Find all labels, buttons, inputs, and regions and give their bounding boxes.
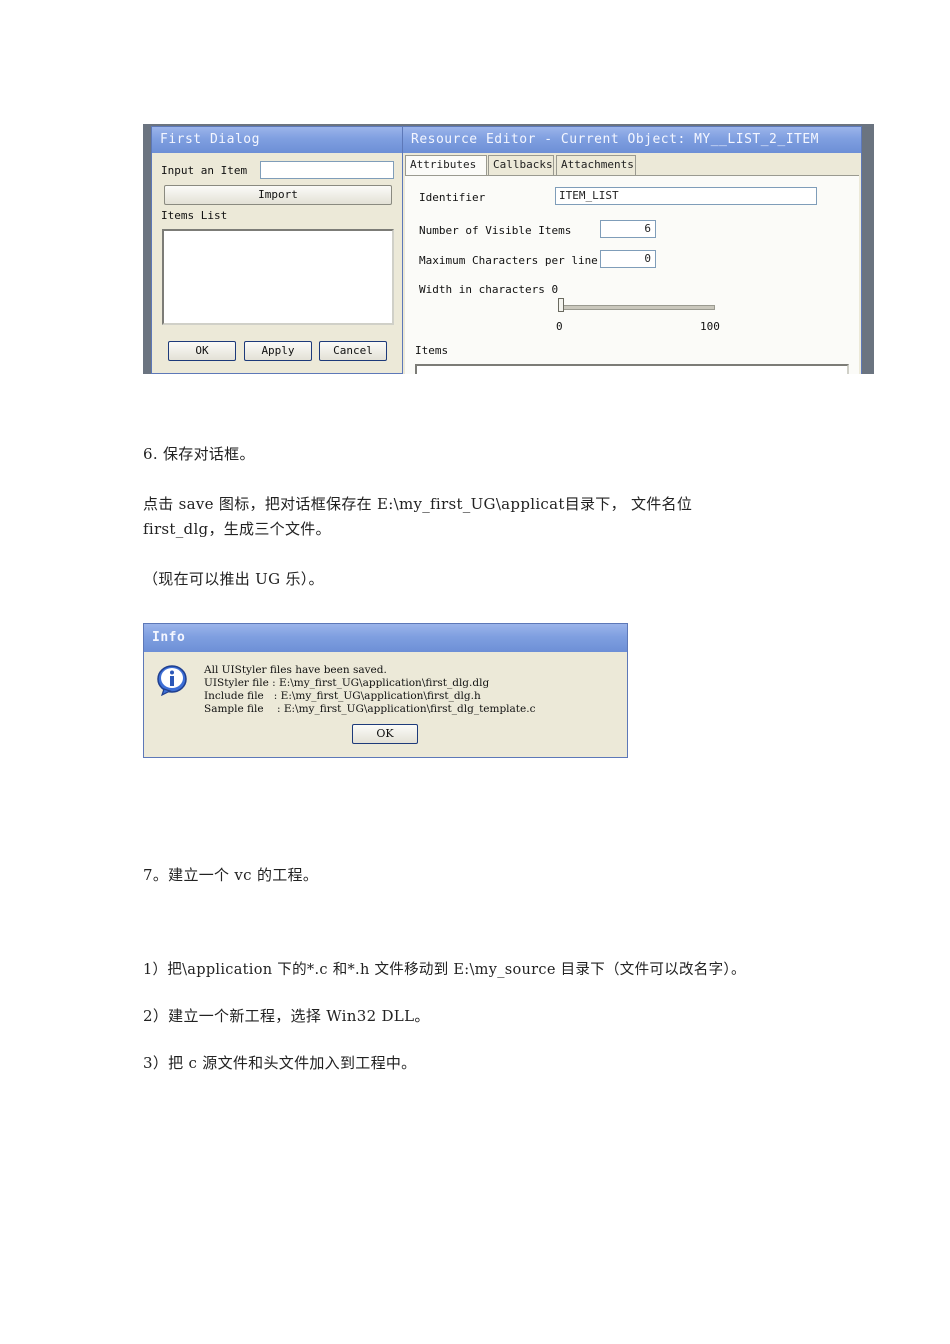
info-icon [156, 664, 188, 697]
slider-max-label: 100 [700, 320, 720, 333]
step7-item-3: 3）把 c 源文件和头文件加入到工程中。 [143, 1054, 417, 1072]
items-list-box[interactable] [162, 229, 394, 325]
step6-heading: 6. 保存对话框。 [143, 445, 255, 463]
paragraph-note: （现在可以推出 UG 乐）。 [143, 570, 324, 588]
width-label: Width in characters 0 [419, 283, 559, 296]
slider-min-label: 0 [556, 320, 563, 333]
identifier-field[interactable]: ITEM_LIST [555, 187, 817, 205]
first-dialog-window: First Dialog Input an Item Import Items … [151, 126, 403, 374]
tab-callbacks[interactable]: Callbacks [488, 155, 554, 175]
info-line-saved: All UIStyler files have been saved. [204, 664, 387, 676]
tab-attributes[interactable]: Attributes [405, 155, 487, 175]
info-line-sample: Sample file : E:\my_first_UG\application… [204, 703, 536, 715]
max-chars-field[interactable]: 0 [600, 250, 656, 268]
first-dialog-title: First Dialog [152, 127, 402, 153]
visible-items-field[interactable]: 6 [600, 220, 656, 238]
items-label: Items [415, 344, 449, 357]
cancel-button[interactable]: Cancel [319, 341, 387, 361]
input-item-field[interactable] [260, 161, 394, 179]
items-list-label: Items List [161, 209, 228, 222]
input-item-label: Input an Item [161, 164, 248, 177]
visible-items-label: Number of Visible Items [419, 224, 572, 237]
resource-editor-window: Resource Editor - Current Object: MY__LI… [402, 126, 862, 374]
first-dialog-body: Input an Item Import Items List OK Apply… [154, 153, 400, 373]
paragraph-save-line2: first_dlg，生成三个文件。 [143, 520, 331, 538]
apply-button[interactable]: Apply [244, 341, 312, 361]
tab-attachments[interactable]: Attachments [556, 155, 636, 175]
resource-editor-title: Resource Editor - Current Object: MY__LI… [403, 127, 861, 153]
info-dialog-title: Info [144, 624, 627, 652]
ok-button[interactable]: OK [168, 341, 236, 361]
screenshot-uistyler: First Dialog Input an Item Import Items … [143, 124, 874, 374]
info-line-uistyler: UIStyler file : E:\my_first_UG\applicati… [204, 677, 490, 689]
info-dialog: Info All UIStyler files have been saved.… [143, 623, 628, 758]
resource-editor-body: Attributes Callbacks Attachments Identif… [405, 153, 859, 374]
width-slider-thumb[interactable] [558, 298, 564, 312]
width-slider-track[interactable] [558, 305, 715, 310]
step7-item-1: 1）把\application 下的*.c 和*.h 文件移动到 E:\my_s… [143, 962, 746, 978]
step7-item-2: 2）建立一个新工程，选择 Win32 DLL。 [143, 1007, 430, 1025]
paragraph-save-line1: 点击 save 图标，把对话框保存在 E:\my_first_UG\applic… [143, 495, 693, 513]
info-line-include: Include file : E:\my_first_UG\applicatio… [204, 690, 481, 702]
identifier-label: Identifier [419, 191, 486, 204]
max-chars-label: Maximum Characters per line [419, 254, 598, 267]
import-button[interactable]: Import [164, 185, 392, 205]
items-text-area[interactable] [415, 364, 849, 374]
info-ok-button[interactable]: OK [352, 724, 418, 744]
step7-heading: 7。建立一个 vc 的工程。 [143, 866, 319, 884]
